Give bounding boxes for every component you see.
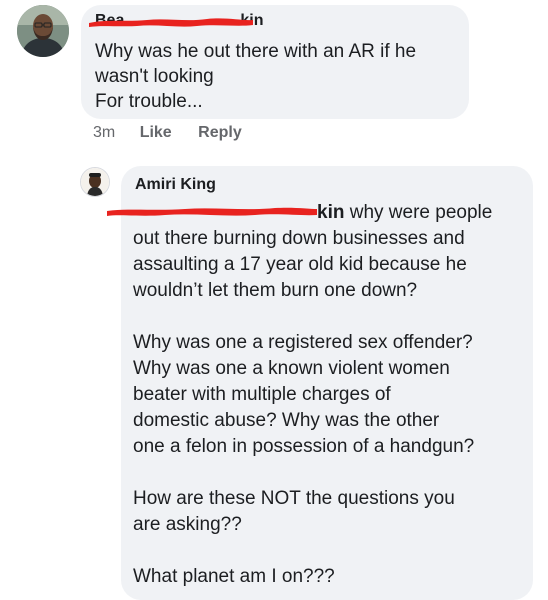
reply-line: Why was one a known violent women (133, 358, 450, 379)
comment-thread: Bea kin Why was he out there with an AR i… (0, 0, 548, 600)
reply-line: Why was one a registered sex offender? (133, 332, 473, 353)
reply-line: out there burning down businesses and (133, 228, 465, 249)
reply-line: What planet am I on??? (133, 566, 335, 587)
comment-actions: 3m Like Reply (93, 124, 264, 144)
comment-text: Why was he out there with an AR if he wa… (95, 39, 455, 114)
reply-line: kin why were people (133, 200, 525, 226)
replier-avatar[interactable] (80, 167, 110, 197)
reply-button[interactable]: Reply (198, 124, 242, 141)
reply-text: kin why were people out there burning do… (133, 200, 525, 590)
reply-author-name[interactable]: Amiri King (135, 176, 216, 194)
reply-first-line-text: why were people (344, 202, 493, 223)
reply-bubble: Amiri King kin why were people out there… (107, 166, 533, 600)
author-name-visible-start[interactable]: Bea (95, 12, 124, 29)
user-photo-icon (17, 5, 69, 57)
comment-bubble: Bea kin Why was he out there with an AR i… (81, 5, 469, 119)
reply-line: How are these NOT the questions you (133, 488, 455, 509)
reply-line: beater with multiple charges of (133, 384, 391, 405)
mention-link[interactable]: kin (317, 202, 344, 223)
reply-line: assaulting a 17 year old kid because he (133, 254, 467, 275)
commenter-avatar[interactable] (17, 5, 69, 57)
comment-line: For trouble... (95, 91, 203, 112)
like-button[interactable]: Like (140, 124, 172, 141)
reply-line: domestic abuse? Why was the other (133, 410, 440, 431)
comment-author-name[interactable]: Bea kin (95, 12, 263, 30)
reply-line: are asking?? (133, 514, 242, 535)
comment-line: wasn't looking (95, 66, 214, 87)
author-name-visible-end[interactable]: kin (240, 12, 263, 29)
user-photo-icon (81, 168, 109, 196)
reply-line: one a felon in possession of a handgun? (133, 436, 475, 457)
reply-line: wouldn’t let them burn one down? (133, 280, 418, 301)
comment-line: Why was he out there with an AR if he (95, 41, 417, 62)
comment-timestamp[interactable]: 3m (93, 124, 115, 141)
